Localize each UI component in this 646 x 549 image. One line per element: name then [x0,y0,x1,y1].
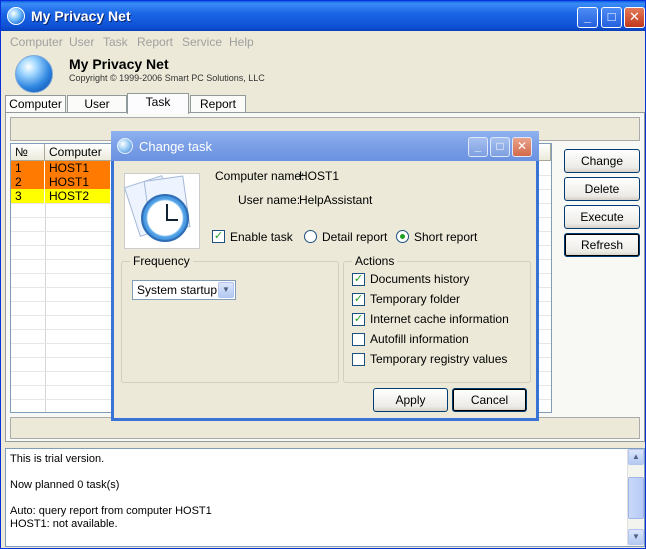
log-line: This is trial version. [10,453,105,465]
delete-button[interactable]: Delete [564,177,640,201]
maximize-button[interactable]: □ [601,7,622,28]
enable-task-label: Enable task [230,230,293,244]
row-number: 2 [11,175,45,189]
minimize-icon: _ [474,139,482,153]
window-title: My Privacy Net [31,8,131,24]
dialog-close-button[interactable]: ✕ [512,137,532,157]
scroll-up-button[interactable]: ▲ [628,449,644,465]
user-name-value: HelpAssistant [299,193,373,207]
execute-button[interactable]: Execute [564,205,640,229]
chevron-down-icon: ▼ [632,532,640,541]
log-line: Now planned 0 task(s) [10,479,120,491]
internet-cache-label: Internet cache information [370,312,509,326]
globe-icon [7,7,25,25]
detail-report-radio[interactable] [304,230,317,243]
close-icon: ✕ [516,139,528,153]
detail-report-label: Detail report [322,230,388,244]
short-report-radio[interactable] [396,230,409,243]
change-task-dialog: Change task _ □ ✕ Computer name: HOST1 U… [111,131,539,421]
menu-help[interactable]: Help [229,35,254,49]
title-bar[interactable]: My Privacy Net _ □ ✕ [1,1,645,31]
temporary-folder-checkbox[interactable]: ✓ [352,293,365,306]
task-clock-icon [123,173,200,249]
minimize-icon: _ [583,9,592,24]
actions-group: Actions ✓ Documents history ✓ Temporary … [343,254,531,383]
refresh-button[interactable]: Refresh [564,233,640,257]
chevron-down-icon[interactable]: ▼ [218,282,234,298]
cancel-button[interactable]: Cancel [452,388,527,412]
dialog-title-bar[interactable]: Change task _ □ ✕ [111,131,539,161]
user-name-label: User name: [238,193,301,207]
frequency-value: System startup [137,283,218,297]
tab-report[interactable]: Report [190,95,246,113]
autofill-label: Autofill information [370,332,469,346]
frequency-title: Frequency [130,254,193,268]
row-number: 1 [11,161,45,175]
app-header: My Privacy Net Copyright © 1999-2006 Sma… [1,52,645,94]
app-name: My Privacy Net [69,56,169,72]
tab-task[interactable]: Task [127,93,189,114]
log-line: Auto: query report from computer HOST1 [10,505,212,517]
autofill-checkbox[interactable] [352,333,365,346]
change-button[interactable]: Change [564,149,640,173]
menu-service[interactable]: Service [182,35,222,49]
log-line: HOST1: not available. [10,518,118,530]
tab-user[interactable]: User [67,95,127,113]
actions-title: Actions [352,254,398,268]
chevron-up-icon: ▲ [632,452,640,461]
globe-icon [117,138,133,154]
menu-report[interactable]: Report [137,35,173,49]
column-header-number[interactable]: № [11,144,45,161]
row-computer: HOST1 [45,161,111,175]
documents-history-checkbox[interactable]: ✓ [352,273,365,286]
apply-button[interactable]: Apply [373,388,448,412]
short-report-label: Short report [414,230,478,244]
tab-computer[interactable]: Computer [5,95,66,113]
frequency-group: Frequency System startup ▼ [121,254,339,383]
temporary-registry-checkbox[interactable] [352,353,365,366]
computer-name-label: Computer name: [215,169,305,183]
clock-hand [166,204,168,220]
main-window: My Privacy Net _ □ ✕ Computer User Task … [0,0,646,549]
dialog-title: Change task [139,139,212,154]
log-scrollbar[interactable]: ▲ ▼ [627,449,644,546]
dialog-minimize-button[interactable]: _ [468,137,488,157]
close-button[interactable]: ✕ [624,7,645,28]
temporary-folder-label: Temporary folder [370,292,461,306]
copyright-text: Copyright © 1999-2006 Smart PC Solutions… [69,73,265,83]
documents-history-label: Documents history [370,272,470,286]
temporary-registry-label: Temporary registry values [370,352,508,366]
dialog-maximize-button[interactable]: □ [490,137,510,157]
log-output[interactable]: This is trial version. Now planned 0 tas… [5,448,645,547]
scroll-thumb[interactable] [628,477,644,519]
menu-computer[interactable]: Computer [10,35,63,49]
menu-bar: Computer User Task Report Service Help [1,32,645,52]
internet-cache-checkbox[interactable]: ✓ [352,313,365,326]
row-number: 3 [11,189,45,203]
frequency-select[interactable]: System startup ▼ [132,280,236,300]
clock-icon [141,194,189,242]
tab-strip: Computer User Task Report [1,93,645,114]
enable-task-checkbox[interactable]: ✓ [212,230,225,243]
scroll-down-button[interactable]: ▼ [628,529,644,545]
clock-hand [166,219,178,221]
globe-logo-icon [15,55,53,93]
close-icon: ✕ [629,9,640,24]
row-computer: HOST2 [45,189,111,203]
maximize-icon: □ [607,9,616,24]
minimize-button[interactable]: _ [577,7,598,28]
row-computer: HOST1 [45,175,111,189]
menu-task[interactable]: Task [103,35,128,49]
menu-user[interactable]: User [69,35,94,49]
maximize-icon: □ [496,139,504,153]
computer-name-value: HOST1 [299,169,340,183]
